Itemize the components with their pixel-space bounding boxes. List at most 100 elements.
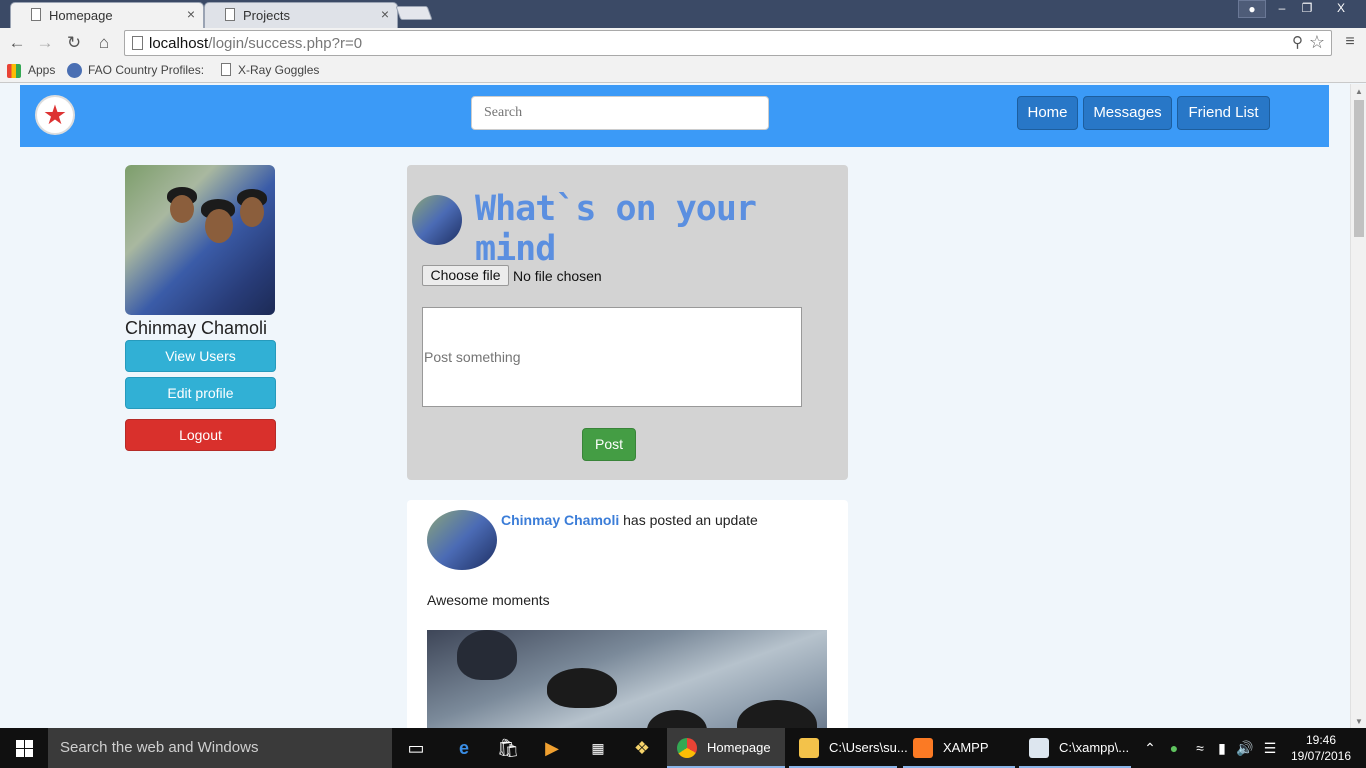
scroll-thumb[interactable] <box>1354 100 1364 237</box>
bookmark-xray[interactable]: X-Ray Goggles <box>238 63 319 77</box>
photo-detail <box>205 209 233 243</box>
page-scrollbar[interactable]: ▲ ▼ <box>1350 84 1366 728</box>
wifi-icon[interactable]: ≈ <box>1188 728 1212 768</box>
utorrent-icon[interactable]: ● <box>1162 728 1186 768</box>
scroll-up-icon[interactable]: ▲ <box>1355 87 1363 96</box>
windows-taskbar: Search the web and Windows ▭ e 🛍 ▶ ▦ ❖ H… <box>0 728 1366 768</box>
battery-icon[interactable]: ▮ <box>1210 728 1234 768</box>
tab-projects[interactable]: Projects × <box>204 2 398 28</box>
post-textarea[interactable] <box>422 307 802 407</box>
minimize-button[interactable]: – <box>1268 0 1296 18</box>
maximize-button[interactable]: ❐ <box>1293 0 1321 18</box>
profile-name: Chinmay Chamoli <box>125 318 268 338</box>
folder-icon <box>799 738 819 758</box>
post-composer: What`s on your mind Choose file No file … <box>407 165 848 480</box>
new-tab-button[interactable] <box>395 6 433 20</box>
windows-logo-icon <box>16 740 33 757</box>
bookmark-fao[interactable]: FAO Country Profiles: <box>88 63 204 77</box>
file-status: No file chosen <box>513 268 602 284</box>
site-navbar: ★ Home Messages Friend List <box>20 85 1329 147</box>
menu-icon[interactable]: ≡ <box>1340 33 1360 51</box>
bookmarks-bar: Apps FAO Country Profiles: X-Ray Goggles <box>0 58 1366 83</box>
reload-icon[interactable]: ↻ <box>63 32 85 54</box>
clock-time: 19:46 <box>1305 733 1337 747</box>
address-bar[interactable]: localhost/login/success.php?r=0 ⚲ ☆ <box>124 30 1332 56</box>
notifications-icon[interactable]: ☰ <box>1258 728 1282 768</box>
site-logo[interactable]: ★ <box>35 95 75 135</box>
edit-profile-button[interactable]: Edit profile <box>125 377 276 409</box>
browser-tabstrip: Homepage × Projects × ● – ❐ X <box>0 0 1366 28</box>
python-icon[interactable]: ❖ <box>620 728 664 768</box>
photo-detail <box>647 710 707 728</box>
photo-detail <box>457 630 517 680</box>
photo-detail <box>547 668 617 708</box>
composer-avatar <box>412 195 462 245</box>
taskbar-app-label: C:\xampp\... <box>1059 740 1130 755</box>
tab-label: Projects <box>243 8 290 23</box>
taskbar-app-notepad[interactable]: C:\xampp\... <box>1019 728 1131 768</box>
taskbar-app-xampp[interactable]: XAMPP Co... <box>903 728 1015 768</box>
author-link[interactable]: Chinmay Chamoli <box>501 512 619 528</box>
composer-heading: What`s on your mind <box>475 189 757 269</box>
page-icon <box>221 63 231 76</box>
photo-detail <box>737 700 817 728</box>
chevron-up-icon[interactable]: ⌃ <box>1138 728 1162 768</box>
bookmark-apps[interactable]: Apps <box>28 63 55 77</box>
profile-picture[interactable] <box>125 165 275 315</box>
logout-button[interactable]: Logout <box>125 419 276 451</box>
taskbar-app-label: XAMPP Co... <box>943 740 989 755</box>
xampp-icon <box>913 738 933 758</box>
nav-friend-list-button[interactable]: Friend List <box>1177 96 1270 130</box>
star-logo-icon: ★ <box>42 100 68 130</box>
feed-post: Chinmay Chamoli has posted an update Awe… <box>407 500 848 728</box>
system-clock[interactable]: 19:46 19/07/2016 <box>1282 732 1360 764</box>
notepad-icon <box>1029 738 1049 758</box>
forward-arrow-icon[interactable]: → <box>34 32 56 54</box>
taskbar-app-chrome[interactable]: Homepage ... <box>667 728 785 768</box>
url-host: localhost <box>149 35 209 52</box>
taskbar-app-label: C:\Users\su... <box>829 740 908 755</box>
scroll-down-icon[interactable]: ▼ <box>1355 717 1363 726</box>
star-icon[interactable]: ☆ <box>1309 32 1325 53</box>
post-text: Awesome moments <box>427 592 550 608</box>
start-button[interactable] <box>0 728 48 768</box>
post-photo[interactable] <box>427 630 827 728</box>
site-search-input[interactable] <box>471 96 769 130</box>
close-window-button[interactable]: X <box>1318 0 1364 18</box>
nav-messages-button[interactable]: Messages <box>1083 96 1172 130</box>
post-button[interactable]: Post <box>582 428 636 461</box>
photo-detail <box>170 195 194 223</box>
taskbar-app-explorer[interactable]: C:\Users\su... <box>789 728 908 768</box>
tab-homepage[interactable]: Homepage × <box>10 2 204 28</box>
feed-headline: Chinmay Chamoli has posted an update <box>501 512 758 528</box>
volume-icon[interactable]: 🔊 <box>1233 728 1257 768</box>
url-path: /login/success.php?r=0 <box>208 35 363 52</box>
page-viewport: ★ Home Messages Friend List Chinmay Cham… <box>0 84 1350 728</box>
task-view-icon[interactable]: ▭ <box>394 728 438 768</box>
page-icon <box>132 36 143 50</box>
home-icon[interactable]: ⌂ <box>93 32 115 54</box>
close-tab-icon[interactable]: × <box>381 6 389 22</box>
author-avatar[interactable] <box>427 510 497 570</box>
photo-detail <box>240 197 264 227</box>
close-tab-icon[interactable]: × <box>187 6 195 22</box>
back-arrow-icon[interactable]: ← <box>6 32 28 54</box>
user-icon[interactable]: ● <box>1238 0 1266 18</box>
tab-label: Homepage <box>49 8 113 23</box>
page-icon <box>225 8 235 21</box>
key-icon[interactable]: ⚲ <box>1292 33 1303 51</box>
clock-date: 19/07/2016 <box>1290 749 1352 763</box>
cmd-icon[interactable]: ▦ <box>576 728 620 768</box>
apps-grid-icon <box>7 64 21 78</box>
taskbar-app-label: Homepage ... <box>707 740 771 755</box>
store-icon[interactable]: 🛍 <box>486 728 530 768</box>
taskbar-search[interactable]: Search the web and Windows <box>48 728 392 768</box>
view-users-button[interactable]: View Users <box>125 340 276 372</box>
choose-file-button[interactable]: Choose file <box>422 265 509 286</box>
media-player-icon[interactable]: ▶ <box>530 728 574 768</box>
edge-icon[interactable]: e <box>442 728 486 768</box>
globe-icon <box>67 63 82 78</box>
chrome-icon <box>677 738 697 758</box>
nav-home-button[interactable]: Home <box>1017 96 1078 130</box>
browser-toolbar: ← → ↻ ⌂ localhost/login/success.php?r=0 … <box>0 28 1366 58</box>
